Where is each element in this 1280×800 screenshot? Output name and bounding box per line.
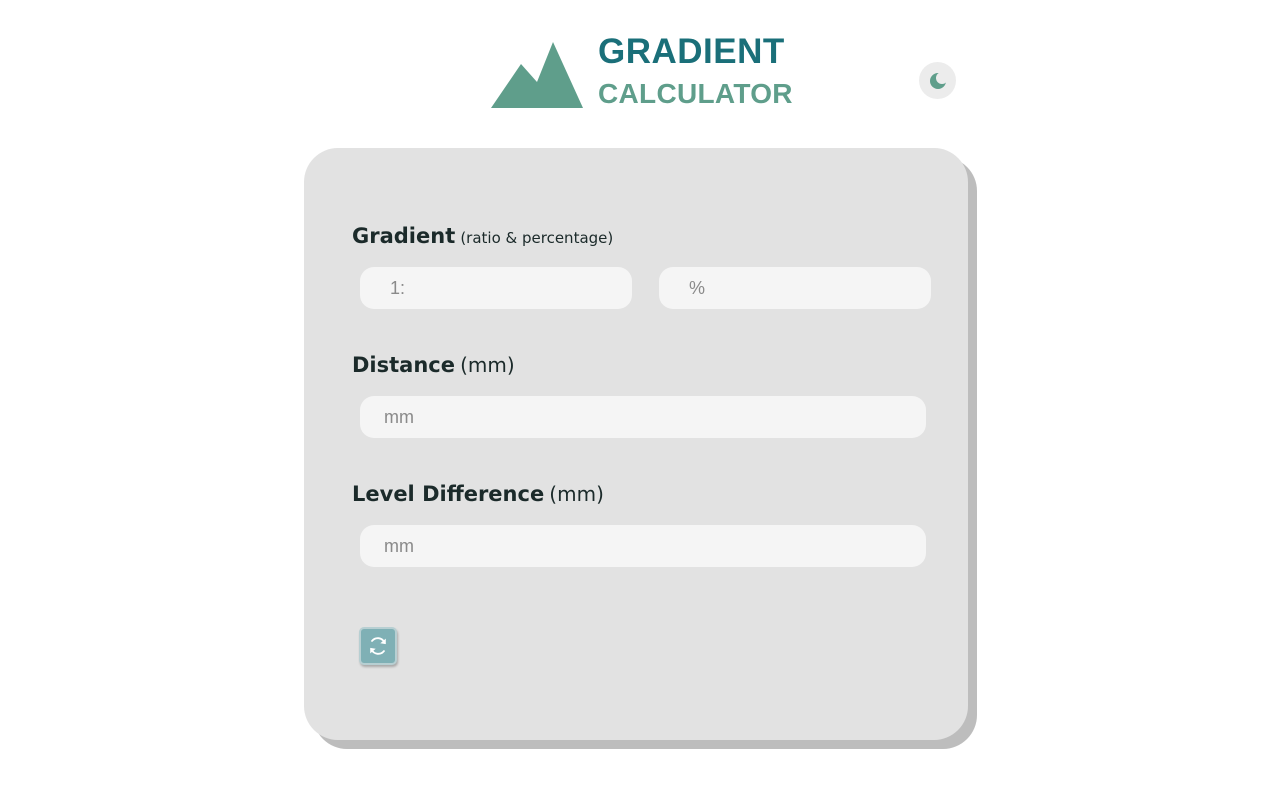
gradient-calculator-page: GRADIENT CALCULATOR Gradient (ratio & pe… xyxy=(0,0,1280,800)
level-difference-unit: (mm) xyxy=(549,482,604,506)
distance-label: Distance (mm) xyxy=(352,353,515,377)
distance-unit: (mm) xyxy=(460,353,515,377)
app-logo: GRADIENT CALCULATOR xyxy=(491,30,793,115)
moon-icon xyxy=(929,71,948,89)
mountain-icon xyxy=(491,42,583,108)
level-difference-label-text: Level Difference xyxy=(352,482,545,506)
gradient-ratio-input[interactable] xyxy=(360,267,632,309)
calculator-card: Gradient (ratio & percentage) Distance (… xyxy=(304,148,968,740)
level-difference-input[interactable] xyxy=(360,525,926,567)
gradient-percent-input[interactable] xyxy=(659,267,931,309)
app-title: GRADIENT xyxy=(598,32,785,71)
refresh-icon xyxy=(370,637,386,655)
distance-label-text: Distance xyxy=(352,353,455,377)
app-subtitle: CALCULATOR xyxy=(598,78,793,109)
gradient-label-text: Gradient xyxy=(352,224,456,248)
theme-toggle-button[interactable] xyxy=(919,62,956,99)
gradient-label: Gradient (ratio & percentage) xyxy=(352,224,613,248)
reset-button[interactable] xyxy=(359,627,397,665)
level-difference-label: Level Difference (mm) xyxy=(352,482,604,506)
distance-input[interactable] xyxy=(360,396,926,438)
gradient-unit: (ratio & percentage) xyxy=(460,229,614,247)
